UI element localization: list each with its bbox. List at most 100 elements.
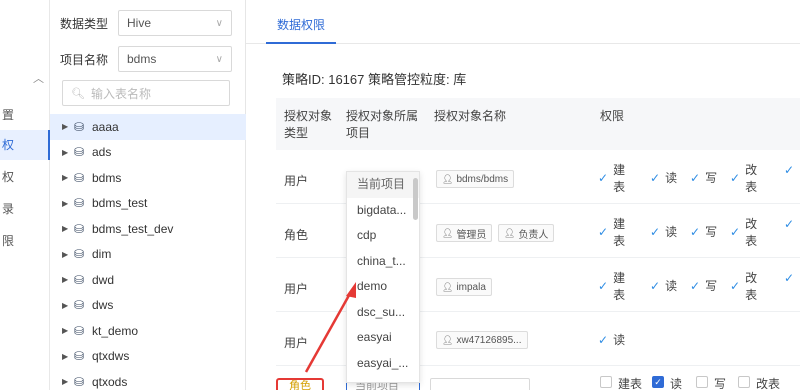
- project-dropdown-menu[interactable]: 当前项目 bigdata... cdp china_t... demo dsc_…: [346, 171, 420, 383]
- tree-item[interactable]: ▶ ⛁ qtxods: [50, 369, 246, 390]
- new-row-type-select[interactable]: 角色: [276, 378, 324, 390]
- check-icon: ✓: [730, 225, 741, 240]
- database-icon: ⛁: [74, 272, 85, 287]
- tree-item[interactable]: ▶ ⛁ bdms_test: [50, 191, 246, 217]
- perm-write: ✓ 写: [690, 278, 717, 295]
- caret-right-icon[interactable]: ▶: [62, 224, 74, 233]
- user-icon: 👤︎: [442, 281, 454, 292]
- perm-label: 写: [705, 171, 718, 185]
- caret-right-icon[interactable]: ▶: [62, 326, 74, 335]
- tree-item[interactable]: ▶ ⛁ bdms: [50, 165, 246, 191]
- chevron-up-icon[interactable]: ︿: [33, 70, 44, 86]
- dropdown-option[interactable]: cdp: [347, 223, 419, 249]
- perm-read: ✓ 读: [650, 224, 677, 241]
- data-type-row: 数据类型 Hive ∨: [60, 10, 232, 36]
- tree-item[interactable]: ▶ ⛁ aaaa: [50, 114, 246, 140]
- tree-item[interactable]: ▶ ⛁ dim: [50, 242, 246, 268]
- database-icon: ⛁: [74, 170, 85, 185]
- perm-read: ✓ 读: [598, 332, 625, 349]
- dropdown-option[interactable]: easyai: [347, 325, 419, 351]
- data-type-select[interactable]: Hive ∨: [118, 10, 232, 36]
- tab-data-permissions[interactable]: 数据权限: [266, 8, 336, 44]
- caret-right-icon[interactable]: ▶: [62, 377, 74, 386]
- perm-label: 建 表: [613, 163, 626, 194]
- project-row: 项目名称 bdms ∨: [60, 46, 232, 72]
- dropdown-option[interactable]: easyai_...: [347, 351, 419, 377]
- nav-item-permissions[interactable]: 权: [0, 162, 50, 192]
- new-row-perm-create-checkbox[interactable]: [600, 376, 612, 388]
- user-icon: 👤︎: [504, 227, 516, 238]
- caret-right-icon[interactable]: ▶: [62, 352, 74, 361]
- header-permissions: 权限: [600, 109, 625, 123]
- perm-write: ✓ 写: [690, 224, 717, 241]
- project-select[interactable]: bdms ∨: [118, 46, 232, 72]
- perm-more: ✓: [784, 270, 799, 287]
- database-icon: ⛁: [74, 119, 85, 134]
- tree-item-label: dim: [92, 247, 112, 262]
- header-type: 授权对象 类型: [284, 109, 333, 140]
- perm-label: 建 表: [613, 271, 626, 302]
- tree-item[interactable]: ▶ ⛁ kt_demo: [50, 318, 246, 344]
- database-list: ▶ ⛁ aaaa ▶ ⛁ ads ▶ ⛁ bdms ▶ ⛁ bdms_test ▶ ⛁ bdms_t…: [50, 114, 246, 390]
- new-row-perm-alter-checkbox[interactable]: [738, 376, 750, 388]
- row-type: 用户: [284, 174, 309, 188]
- dropdown-option[interactable]: china_t...: [347, 249, 419, 275]
- tree-item[interactable]: ▶ ⛁ bdms_test_dev: [50, 216, 246, 242]
- database-icon: ⛁: [74, 349, 85, 364]
- tree-item-label: qtxdws: [92, 349, 130, 364]
- new-row-perm-read-checkbox[interactable]: ✓: [652, 376, 664, 388]
- dropdown-scrollbar[interactable]: [413, 178, 418, 220]
- check-icon: ✓: [784, 163, 795, 177]
- dropdown-option[interactable]: 当前项目: [347, 172, 419, 198]
- caret-right-icon[interactable]: ▶: [62, 275, 74, 284]
- perm-alter: ✓ 改 表: [730, 270, 757, 304]
- tag-label: xw47126895...: [456, 334, 522, 346]
- dropdown-option[interactable]: demo: [347, 274, 419, 300]
- main-panel: 数据权限 策略ID: 16167 策略管控粒度: 库 授权对象 类型 授权对象所…: [246, 0, 800, 390]
- new-row-object-input[interactable]: [430, 378, 530, 390]
- left-nav: ︿ 置 权 权 录 限: [0, 0, 50, 390]
- tag-label: 管理员: [456, 229, 487, 241]
- perm-label: 读: [665, 225, 678, 239]
- perm-more: ✓: [784, 216, 799, 233]
- perm-create: ✓ 建 表: [598, 162, 625, 196]
- new-row-perm-write-checkbox[interactable]: [696, 376, 708, 388]
- nav-item-data-permissions[interactable]: 权: [0, 130, 50, 160]
- tree-item[interactable]: ▶ ⛁ qtxdws: [50, 344, 246, 370]
- caret-right-icon[interactable]: ▶: [62, 173, 74, 182]
- dropdown-option[interactable]: dsc_su...: [347, 300, 419, 326]
- perm-label: 写: [705, 225, 718, 239]
- caret-right-icon[interactable]: ▶: [62, 199, 74, 208]
- header-project: 授权对象所属 项目: [346, 109, 419, 140]
- caret-right-icon[interactable]: ▶: [62, 250, 74, 259]
- check-icon: ✓: [784, 271, 795, 285]
- database-icon: ⛁: [74, 298, 85, 313]
- check-icon: ✓: [650, 279, 661, 293]
- dropdown-option[interactable]: bigdata...: [347, 198, 419, 224]
- table-search-input[interactable]: 🔍︎ 输入表名称: [62, 80, 230, 106]
- perm-label: 读: [665, 171, 678, 185]
- tree-item[interactable]: ▶ ⛁ ads: [50, 140, 246, 166]
- nav-item-limits[interactable]: 限: [0, 226, 50, 256]
- caret-right-icon[interactable]: ▶: [62, 148, 74, 157]
- chevron-down-icon: ∨: [215, 53, 223, 65]
- caret-right-icon[interactable]: ▶: [62, 301, 74, 310]
- nav-item-settings[interactable]: 置: [0, 100, 50, 130]
- user-icon: 👤︎: [442, 173, 454, 184]
- tree-item[interactable]: ▶ ⛁ dwd: [50, 267, 246, 293]
- new-row-perm-read-label: 读: [670, 377, 683, 390]
- caret-right-icon[interactable]: ▶: [62, 122, 74, 131]
- row-type: 用户: [284, 282, 309, 296]
- tree-item[interactable]: ▶ ⛁ dws: [50, 293, 246, 319]
- data-type-value: Hive: [127, 16, 152, 30]
- nav-item-records[interactable]: 录: [0, 194, 50, 224]
- perm-more: ✓: [784, 162, 799, 179]
- perm-label: 改 表: [745, 163, 758, 194]
- object-tag: 👤︎ 负责人: [498, 224, 555, 242]
- database-icon: ⛁: [74, 323, 85, 338]
- check-icon: ✓: [784, 217, 795, 231]
- database-icon: ⛁: [74, 145, 85, 160]
- perm-alter: ✓ 改 表: [730, 162, 757, 196]
- object-tag: 👤︎ xw47126895...: [436, 331, 528, 349]
- check-icon: ✓: [730, 171, 741, 186]
